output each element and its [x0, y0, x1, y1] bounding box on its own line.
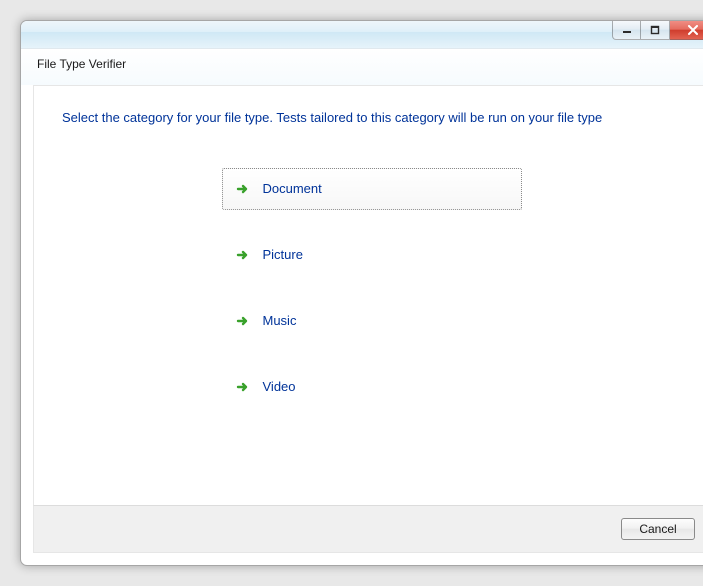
category-list: Document Picture Music	[222, 168, 522, 408]
app-title: File Type Verifier	[37, 57, 703, 71]
close-button[interactable]	[670, 21, 703, 40]
category-music[interactable]: Music	[222, 300, 522, 342]
minimize-icon	[622, 25, 632, 35]
header-region: File Type Verifier	[21, 49, 703, 85]
maximize-button[interactable]	[641, 21, 670, 40]
content-panel: Select the category for your file type. …	[33, 85, 703, 505]
category-label: Document	[263, 181, 322, 196]
arrow-right-icon	[235, 181, 251, 197]
arrow-right-icon	[235, 313, 251, 329]
category-document[interactable]: Document	[222, 168, 522, 210]
category-label: Picture	[263, 247, 303, 262]
cancel-button[interactable]: Cancel	[621, 518, 695, 540]
close-icon	[687, 25, 699, 35]
category-label: Music	[263, 313, 297, 328]
category-video[interactable]: Video	[222, 366, 522, 408]
maximize-icon	[650, 25, 660, 35]
instruction-text: Select the category for your file type. …	[62, 108, 681, 128]
dialog-window: File Type Verifier Select the category f…	[20, 20, 703, 566]
minimize-button[interactable]	[612, 21, 641, 40]
window-controls	[612, 21, 703, 40]
category-picture[interactable]: Picture	[222, 234, 522, 276]
arrow-right-icon	[235, 247, 251, 263]
category-label: Video	[263, 379, 296, 394]
arrow-right-icon	[235, 379, 251, 395]
titlebar	[21, 21, 703, 49]
